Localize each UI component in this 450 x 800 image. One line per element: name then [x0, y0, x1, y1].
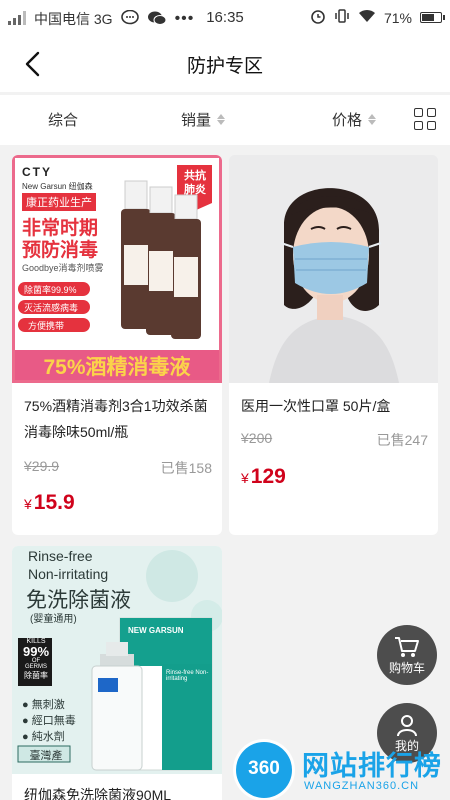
watermark-badge-text: 360 [248, 758, 280, 779]
product-image: Rinse-free Non-irritating 免洗除菌液 (婴童通用) K… [12, 546, 222, 774]
sold-count: 已售247 [376, 432, 428, 448]
product-name: 纽伽森免洗除菌液90ML [24, 787, 172, 800]
layout-grid-icon[interactable] [414, 108, 436, 130]
chevron-left-icon [25, 51, 40, 77]
headline-line2: 预防消毒 [22, 240, 99, 261]
feature-item: ● 無刺激 [22, 699, 65, 711]
box-subtitle: Rinse-free Non-irritating [166, 670, 209, 682]
brand-subtext: New Garsun 纽伽森 [22, 182, 93, 191]
status-bar: 中国电信 3G ••• 16:35 71% [0, 0, 450, 36]
sort-sales-label: 销量 [181, 112, 212, 129]
image-en-line2: Non-irritating [28, 566, 109, 582]
alarm-icon [310, 8, 326, 27]
navigation-header: 防护专区 [0, 36, 450, 92]
currency-symbol: ¥ [241, 470, 249, 486]
feature-tag: 灭活流感病毒 [24, 303, 79, 313]
sort-arrows-icon [368, 114, 377, 125]
user-icon [397, 714, 417, 736]
germs-label-cn: 除菌率 [24, 671, 48, 680]
origin-tag: 臺灣產 [29, 750, 63, 762]
promo-badge: 共抗肺炎 [184, 170, 206, 196]
kills-percent: 99% [22, 644, 50, 659]
product-card[interactable]: 医用一次性口罩 50片/盒 ¥200 已售247 ¥129 [229, 155, 438, 535]
wifi-icon [358, 9, 376, 26]
product-banner-text: 75%酒精消毒液 [43, 356, 191, 379]
product-image [229, 155, 438, 383]
battery-percent: 71% [383, 9, 412, 26]
price-value: 129 [250, 465, 286, 488]
sale-price: ¥15.9 [24, 491, 75, 515]
cart-button[interactable]: 购物车 [377, 625, 437, 685]
product-image: CTY New Garsun 纽伽森 康正药业生产 共抗肺炎 非常时期 预防消毒… [12, 155, 222, 383]
original-price: ¥200 [241, 430, 273, 446]
product-card[interactable]: CTY New Garsun 纽伽森 康正药业生产 共抗肺炎 非常时期 预防消毒… [12, 155, 222, 535]
sort-arrows-icon [217, 114, 226, 125]
product-name: 75%酒精消毒剂3合1功效杀菌消毒除味50ml/瓶 [24, 398, 208, 440]
image-cn-subtitle: (婴童通用) [30, 614, 77, 625]
feature-item: ● 純水劑 [22, 731, 65, 743]
cart-label: 购物车 [388, 660, 425, 675]
maker-tag: 康正药业生产 [22, 193, 96, 211]
sort-price[interactable]: 价格 [332, 109, 377, 130]
battery-icon [420, 12, 445, 23]
original-price: ¥29.9 [24, 458, 60, 474]
cart-icon [395, 636, 419, 657]
sale-price: ¥129 [241, 465, 286, 489]
product-card[interactable]: Rinse-free Non-irritating 免洗除菌液 (婴童通用) K… [12, 546, 222, 800]
feature-item: ● 經口無毒 [22, 715, 76, 727]
kills-badge: KILLS 99% OF GERMS 除菌率 [21, 638, 51, 681]
sort-sales[interactable]: 销量 [181, 109, 226, 130]
watermark-title: 网站排行榜 [302, 751, 442, 781]
page-title: 防护专区 [186, 55, 263, 77]
sort-filter-bar: 综合 销量 价格 [0, 95, 450, 145]
feature-tag: 方便携带 [28, 321, 65, 331]
brand-logo-text: CTY [22, 165, 52, 179]
watermark: 360 网站排行榜 WANGZHAN360.CN [236, 740, 450, 800]
status-bar-right: 71% [310, 8, 445, 27]
sort-comprehensive-label: 综合 [48, 112, 79, 129]
germs-label: OF GERMS [24, 658, 47, 670]
watermark-url: WANGZHAN360.CN [304, 780, 420, 792]
sort-price-label: 价格 [332, 112, 363, 129]
vibrate-icon [334, 8, 350, 27]
sold-count: 已售158 [160, 460, 212, 476]
sort-comprehensive[interactable]: 综合 [48, 109, 78, 130]
price-value: 15.9 [33, 491, 75, 514]
image-en-line1: Rinse-free [28, 548, 93, 564]
currency-symbol: ¥ [24, 496, 32, 512]
feature-tag: 除菌率99.9% [24, 285, 77, 295]
back-button[interactable] [18, 48, 50, 80]
headline-sub: Goodbye消毒剂喷雾 [22, 263, 104, 273]
box-brand: NEW GARSUN [128, 626, 184, 635]
product-name: 医用一次性口罩 50片/盒 [241, 398, 391, 414]
